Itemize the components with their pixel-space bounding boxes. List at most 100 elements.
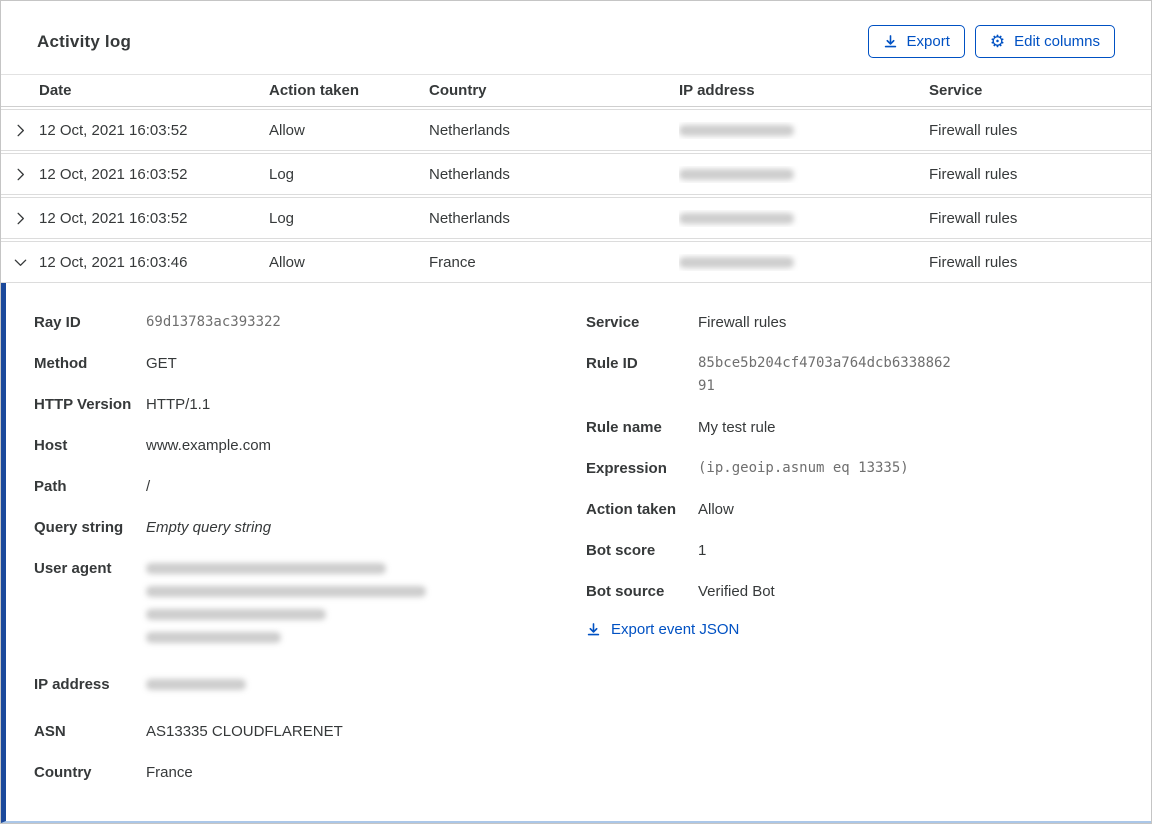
detail-field-value: 1 <box>698 542 707 559</box>
export-event-json-label: Export event JSON <box>611 621 740 638</box>
table-row[interactable]: 12 Oct, 2021 16:03:52 Allow Netherlands … <box>1 109 1151 151</box>
chevron-right-icon <box>17 168 24 180</box>
detail-field-value: HTTP/1.1 <box>146 396 211 413</box>
detail-field-label: Rule name <box>586 419 662 436</box>
table-body: 12 Oct, 2021 16:03:52 Allow Netherlands … <box>1 107 1151 283</box>
detail-field: User agent <box>34 557 586 655</box>
detail-field-value: France <box>146 764 193 781</box>
column-header-service: Service <box>929 82 983 99</box>
export-button-label: Export <box>906 33 950 50</box>
detail-field-label: User agent <box>34 560 112 577</box>
row-service: Firewall rules <box>929 121 1018 139</box>
detail-field-label: ASN <box>34 723 66 740</box>
detail-field-value <box>146 557 426 655</box>
detail-field-value: Verified Bot <box>698 583 775 600</box>
detail-field-value: / <box>146 478 151 495</box>
detail-field-label: Ray ID <box>34 314 81 331</box>
row-date: 12 Oct, 2021 16:03:52 <box>39 165 188 183</box>
detail-field-value: My test rule <box>698 419 776 436</box>
detail-field: Expression (ip.geoip.asnum eq 13335) <box>586 457 1115 480</box>
download-icon <box>884 35 896 48</box>
detail-field-value: (ip.geoip.asnum eq 13335) <box>698 460 909 476</box>
column-header-date: Date <box>39 82 72 99</box>
edit-columns-button[interactable]: ⚙ Edit columns <box>974 25 1115 58</box>
column-header-country: Country <box>429 82 487 99</box>
row-date: 12 Oct, 2021 16:03:52 <box>39 121 188 139</box>
detail-field: Rule name My test rule <box>586 416 1115 439</box>
detail-field: ASN AS13335 CLOUDFLARENET <box>34 720 586 743</box>
detail-field-label: Host <box>34 437 68 454</box>
detail-field-label: HTTP Version <box>34 396 132 413</box>
table-row[interactable]: 12 Oct, 2021 16:03:52 Log Netherlands Fi… <box>1 153 1151 195</box>
row-action-taken: Log <box>269 209 295 227</box>
redacted-value <box>146 586 426 597</box>
detail-field: Path / <box>34 475 586 498</box>
event-detail-panel: Ray ID 69d13783ac393322 Method GET HTTP … <box>1 283 1151 823</box>
detail-field-value: Allow <box>698 501 734 518</box>
header-spacer <box>1 82 39 99</box>
row-action-taken: Allow <box>269 121 305 139</box>
table-row[interactable]: 12 Oct, 2021 16:03:52 Log Netherlands Fi… <box>1 197 1151 239</box>
column-header-action-taken: Action taken <box>269 82 360 99</box>
redacted-value <box>146 679 246 690</box>
detail-field-value: Firewall rules <box>698 314 787 331</box>
detail-field: Action taken Allow <box>586 498 1115 521</box>
row-date: 12 Oct, 2021 16:03:52 <box>39 209 188 227</box>
detail-field-label: Method <box>34 355 88 372</box>
row-action-taken: Allow <box>269 253 305 271</box>
detail-field-value: GET <box>146 355 177 372</box>
activity-log-panel: Activity log Export ⚙ Edit columns Date … <box>0 0 1152 824</box>
row-country: Netherlands <box>429 165 510 183</box>
row-service: Firewall rules <box>929 209 1018 227</box>
chevron-right-icon <box>17 212 24 224</box>
row-country: Netherlands <box>429 121 510 139</box>
column-header-ip-address: IP address <box>679 82 755 99</box>
detail-field-label: Query string <box>34 519 124 536</box>
detail-field: Ray ID 69d13783ac393322 <box>34 311 586 334</box>
export-event-json-link[interactable]: Export event JSON <box>586 621 739 638</box>
detail-field-label: Action taken <box>586 501 677 518</box>
row-date: 12 Oct, 2021 16:03:46 <box>39 253 188 271</box>
detail-field-value: 85bce5b204cf4703a764dcb633886291 <box>698 355 951 394</box>
detail-left-column: Ray ID 69d13783ac393322 Method GET HTTP … <box>34 311 586 802</box>
detail-field: IP address <box>34 673 586 702</box>
detail-field: Bot score 1 <box>586 539 1115 562</box>
redacted-value <box>146 632 281 643</box>
redacted-value <box>146 609 326 620</box>
toolbar: Export ⚙ Edit columns <box>867 25 1115 58</box>
topbar: Activity log Export ⚙ Edit columns <box>1 1 1151 74</box>
row-country: France <box>429 253 476 271</box>
redacted-ip-value <box>679 257 794 269</box>
table-header: Date Action taken Country IP address Ser… <box>1 74 1151 107</box>
row-action-taken: Log <box>269 165 295 183</box>
row-expand-toggle[interactable] <box>1 123 39 138</box>
detail-field: HTTP Version HTTP/1.1 <box>34 393 586 416</box>
table-row[interactable]: 12 Oct, 2021 16:03:46 Allow France Firew… <box>1 241 1151 283</box>
detail-field-label: Bot score <box>586 542 656 559</box>
detail-field: Bot source Verified Bot <box>586 580 1115 603</box>
detail-field-label: Bot source <box>586 583 665 600</box>
row-expand-toggle[interactable] <box>1 255 39 270</box>
detail-field: Service Firewall rules <box>586 311 1115 334</box>
row-service: Firewall rules <box>929 165 1018 183</box>
row-ip-address <box>679 254 929 271</box>
detail-right-column: Service Firewall rules Rule ID 85bce5b20… <box>586 311 1115 638</box>
detail-field: Host www.example.com <box>34 434 586 457</box>
detail-field-value <box>146 673 246 702</box>
edit-columns-button-label: Edit columns <box>1014 33 1100 50</box>
row-expand-toggle[interactable] <box>1 167 39 182</box>
detail-field-label: IP address <box>34 676 110 693</box>
detail-field: Method GET <box>34 352 586 375</box>
row-expand-toggle[interactable] <box>1 211 39 226</box>
row-ip-address <box>679 122 929 139</box>
detail-field: Country France <box>34 761 586 784</box>
redacted-value <box>146 563 386 574</box>
detail-field-value: Empty query string <box>146 519 272 536</box>
detail-field-value: 69d13783ac393322 <box>146 314 281 330</box>
detail-field-label: Path <box>34 478 67 495</box>
row-ip-address <box>679 210 929 227</box>
row-country: Netherlands <box>429 209 510 227</box>
export-button[interactable]: Export <box>867 25 965 58</box>
gear-icon: ⚙ <box>989 32 1006 51</box>
detail-field: Query string Empty query string <box>34 516 586 539</box>
